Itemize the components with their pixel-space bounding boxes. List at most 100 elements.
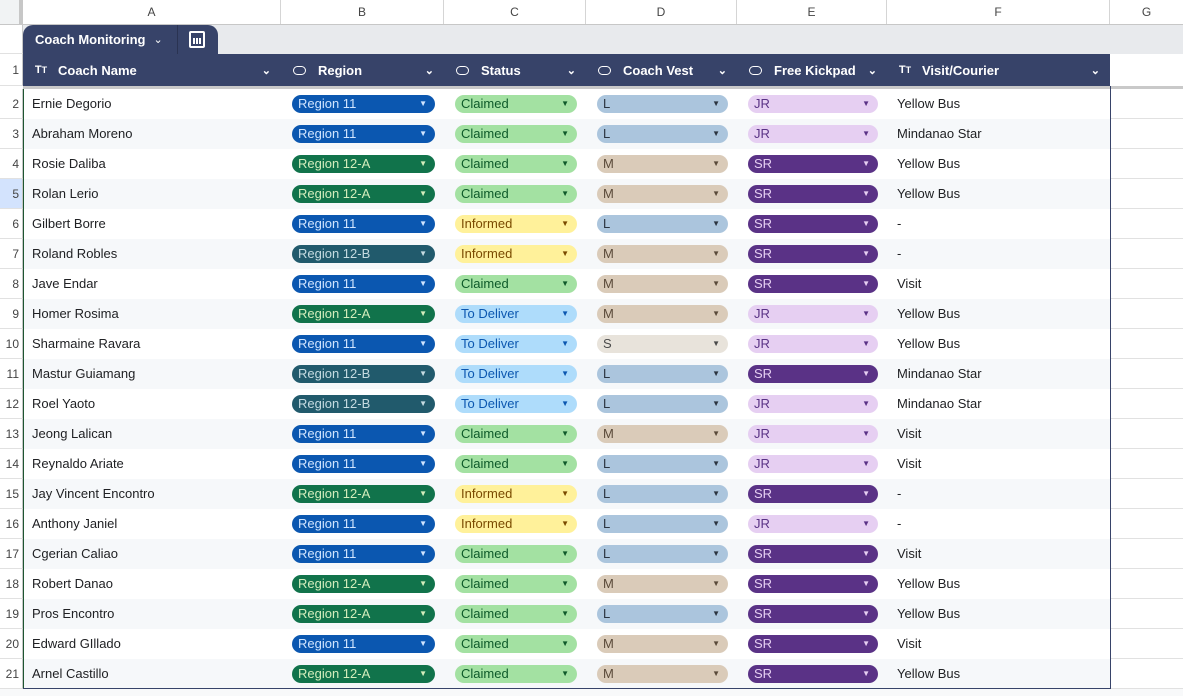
visit-courier-cell[interactable]: Yellow Bus xyxy=(897,89,960,119)
region-chip[interactable]: Region 12-B ▼ xyxy=(292,365,435,383)
empty-cell[interactable] xyxy=(1110,389,1183,419)
status-chip[interactable]: Claimed ▼ xyxy=(455,575,577,593)
coach-name-cell[interactable]: Sharmaine Ravara xyxy=(32,329,140,359)
kickpad-chip[interactable]: SR ▼ xyxy=(748,365,878,383)
status-chip[interactable]: Claimed ▼ xyxy=(455,455,577,473)
status-chip[interactable]: To Deliver ▼ xyxy=(455,365,577,383)
kickpad-chip[interactable]: JR ▼ xyxy=(748,305,878,323)
kickpad-chip[interactable]: SR ▼ xyxy=(748,275,878,293)
row-header[interactable]: 19 xyxy=(0,599,23,629)
coach-name-cell[interactable]: Jay Vincent Encontro xyxy=(32,479,155,509)
vest-chip[interactable]: M ▼ xyxy=(597,635,728,653)
kickpad-chip[interactable]: JR ▼ xyxy=(748,425,878,443)
column-header-b[interactable]: B xyxy=(281,0,444,24)
visit-courier-cell[interactable]: Visit xyxy=(897,629,921,659)
row-header[interactable]: 15 xyxy=(0,479,23,509)
coach-name-cell[interactable]: Reynaldo Ariate xyxy=(32,449,124,479)
empty-cell[interactable] xyxy=(1110,419,1183,449)
region-chip[interactable]: Region 12-B ▼ xyxy=(292,395,435,413)
coach-name-cell[interactable]: Edward GIllado xyxy=(32,629,121,659)
coach-name-cell[interactable]: Gilbert Borre xyxy=(32,209,106,239)
status-chip[interactable]: Claimed ▼ xyxy=(455,425,577,443)
visit-courier-cell[interactable]: - xyxy=(897,479,901,509)
region-chip[interactable]: Region 11 ▼ xyxy=(292,635,435,653)
kickpad-chip[interactable]: SR ▼ xyxy=(748,635,878,653)
visit-courier-cell[interactable]: - xyxy=(897,209,901,239)
region-chip[interactable]: Region 11 ▼ xyxy=(292,335,435,353)
visit-courier-cell[interactable]: Mindanao Star xyxy=(897,389,982,419)
kickpad-chip[interactable]: JR ▼ xyxy=(748,395,878,413)
region-chip[interactable]: Region 11 ▼ xyxy=(292,275,435,293)
empty-cell[interactable] xyxy=(1110,659,1183,689)
visit-courier-cell[interactable]: Yellow Bus xyxy=(897,569,960,599)
vest-chip[interactable]: M ▼ xyxy=(597,245,728,263)
vest-chip[interactable]: M ▼ xyxy=(597,155,728,173)
coach-name-cell[interactable]: Ernie Degorio xyxy=(32,89,112,119)
kickpad-chip[interactable]: SR ▼ xyxy=(748,575,878,593)
chevron-down-icon[interactable]: ⌄ xyxy=(1091,64,1100,77)
vest-chip[interactable]: L ▼ xyxy=(597,365,728,383)
coach-name-cell[interactable]: Abraham Moreno xyxy=(32,119,132,149)
kickpad-chip[interactable]: SR ▼ xyxy=(748,665,878,683)
region-chip[interactable]: Region 11 ▼ xyxy=(292,545,435,563)
vest-chip[interactable]: M ▼ xyxy=(597,305,728,323)
row-header[interactable]: 3 xyxy=(0,119,23,149)
kickpad-chip[interactable]: JR ▼ xyxy=(748,455,878,473)
empty-cell[interactable] xyxy=(1110,509,1183,539)
vest-chip[interactable]: L ▼ xyxy=(597,545,728,563)
visit-courier-cell[interactable]: Visit xyxy=(897,269,921,299)
coach-name-cell[interactable]: Homer Rosima xyxy=(32,299,119,329)
kickpad-chip[interactable]: JR ▼ xyxy=(748,515,878,533)
visit-courier-cell[interactable]: Yellow Bus xyxy=(897,299,960,329)
status-chip[interactable]: Claimed ▼ xyxy=(455,605,577,623)
chevron-down-icon[interactable]: ⌄ xyxy=(567,64,576,77)
chevron-down-icon[interactable]: ⌄ xyxy=(262,64,271,77)
vest-chip[interactable]: M ▼ xyxy=(597,665,728,683)
vest-chip[interactable]: L ▼ xyxy=(597,515,728,533)
vest-chip[interactable]: L ▼ xyxy=(597,455,728,473)
coach-name-cell[interactable]: Roel Yaoto xyxy=(32,389,95,419)
coach-name-cell[interactable]: Mastur Guiamang xyxy=(32,359,135,389)
status-chip[interactable]: Claimed ▼ xyxy=(455,125,577,143)
region-chip[interactable]: Region 12-A ▼ xyxy=(292,155,435,173)
column-header-coach-name[interactable]: TT Coach Name ⌄ xyxy=(33,54,281,86)
visit-courier-cell[interactable]: Yellow Bus xyxy=(897,329,960,359)
region-chip[interactable]: Region 12-A ▼ xyxy=(292,575,435,593)
status-chip[interactable]: Claimed ▼ xyxy=(455,545,577,563)
vest-chip[interactable]: L ▼ xyxy=(597,125,728,143)
empty-cell[interactable] xyxy=(1110,359,1183,389)
row-header[interactable]: 12 xyxy=(0,389,23,419)
column-header-region[interactable]: Region ⌄ xyxy=(291,54,444,86)
status-chip[interactable]: Informed ▼ xyxy=(455,485,577,503)
empty-cell[interactable] xyxy=(1110,599,1183,629)
coach-name-cell[interactable]: Roland Robles xyxy=(32,239,117,269)
row-header[interactable]: 5 xyxy=(0,179,23,209)
column-header-e[interactable]: E xyxy=(737,0,887,24)
vest-chip[interactable]: L ▼ xyxy=(597,95,728,113)
vest-chip[interactable]: L ▼ xyxy=(597,485,728,503)
region-chip[interactable]: Region 11 ▼ xyxy=(292,515,435,533)
table-name-tab[interactable]: Coach Monitoring ⌄ xyxy=(23,25,218,54)
column-header-c[interactable]: C xyxy=(444,0,586,24)
vest-chip[interactable]: L ▼ xyxy=(597,215,728,233)
column-header-a[interactable]: A xyxy=(23,0,281,24)
kickpad-chip[interactable]: JR ▼ xyxy=(748,95,878,113)
region-chip[interactable]: Region 12-A ▼ xyxy=(292,185,435,203)
row-header[interactable]: 2 xyxy=(0,89,23,119)
empty-cell[interactable] xyxy=(1110,299,1183,329)
vest-chip[interactable]: M ▼ xyxy=(597,425,728,443)
coach-name-cell[interactable]: Robert Danao xyxy=(32,569,113,599)
vest-chip[interactable]: L ▼ xyxy=(597,605,728,623)
row-header[interactable]: 18 xyxy=(0,569,23,599)
status-chip[interactable]: Claimed ▼ xyxy=(455,635,577,653)
kickpad-chip[interactable]: JR ▼ xyxy=(748,335,878,353)
status-chip[interactable]: Informed ▼ xyxy=(455,245,577,263)
calculator-icon[interactable] xyxy=(189,31,205,48)
row-header[interactable]: 7 xyxy=(0,239,23,269)
visit-courier-cell[interactable]: Yellow Bus xyxy=(897,659,960,689)
coach-name-cell[interactable]: Jeong Lalican xyxy=(32,419,112,449)
row-header[interactable]: 17 xyxy=(0,539,23,569)
status-chip[interactable]: Claimed ▼ xyxy=(455,185,577,203)
kickpad-chip[interactable]: SR ▼ xyxy=(748,215,878,233)
row-header[interactable]: 16 xyxy=(0,509,23,539)
